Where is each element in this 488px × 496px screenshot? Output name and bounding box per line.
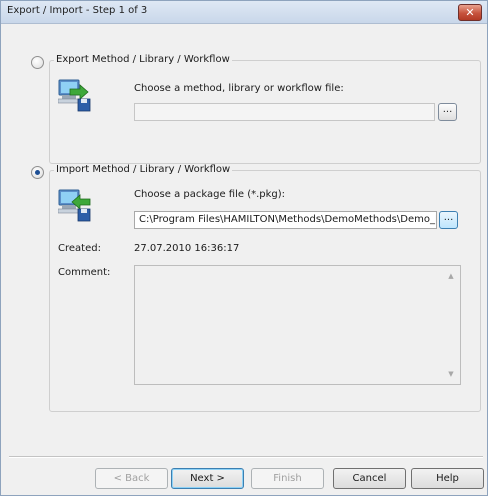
computer-export-icon bbox=[58, 79, 91, 112]
next-button[interactable]: Next > bbox=[171, 468, 244, 489]
comment-label: Comment: bbox=[58, 267, 111, 278]
close-button[interactable]: ✕ bbox=[458, 4, 482, 21]
import-radio[interactable] bbox=[31, 166, 44, 179]
window-title: Export / Import - Step 1 of 3 bbox=[7, 5, 148, 16]
export-import-dialog: Export / Import - Step 1 of 3 ✕ Export M… bbox=[0, 0, 488, 496]
computer-import-icon bbox=[58, 189, 91, 222]
import-group-legend: Import Method / Library / Workflow bbox=[54, 164, 233, 175]
export-group-legend: Export Method / Library / Workflow bbox=[54, 54, 232, 65]
title-bar[interactable]: Export / Import - Step 1 of 3 ✕ bbox=[1, 1, 487, 24]
footer-separator bbox=[9, 456, 483, 458]
back-button[interactable]: < Back bbox=[95, 468, 168, 489]
scroll-down-icon[interactable]: ▼ bbox=[446, 370, 456, 378]
export-file-field[interactable] bbox=[134, 103, 435, 121]
scroll-up-icon[interactable]: ▲ bbox=[446, 272, 456, 280]
created-value: 27.07.2010 16:36:17 bbox=[134, 243, 240, 254]
import-prompt: Choose a package file (*.pkg): bbox=[134, 189, 286, 200]
import-file-field[interactable]: C:\Program Files\HAMILTON\Methods\DemoMe… bbox=[134, 211, 437, 229]
created-label: Created: bbox=[58, 243, 101, 254]
help-button[interactable]: Help bbox=[411, 468, 484, 489]
export-radio[interactable] bbox=[31, 56, 44, 69]
export-prompt: Choose a method, library or workflow fil… bbox=[134, 83, 344, 94]
close-icon: ✕ bbox=[465, 6, 475, 19]
comment-field[interactable]: ▲ ▼ bbox=[134, 265, 461, 385]
finish-button[interactable]: Finish bbox=[251, 468, 324, 489]
export-browse-button[interactable]: ... bbox=[438, 103, 457, 121]
import-browse-button[interactable]: ... bbox=[439, 211, 458, 229]
import-group: Import Method / Library / Workflow Choos… bbox=[49, 164, 481, 412]
export-group: Export Method / Library / Workflow Choos… bbox=[49, 54, 481, 164]
cancel-button[interactable]: Cancel bbox=[333, 468, 406, 489]
